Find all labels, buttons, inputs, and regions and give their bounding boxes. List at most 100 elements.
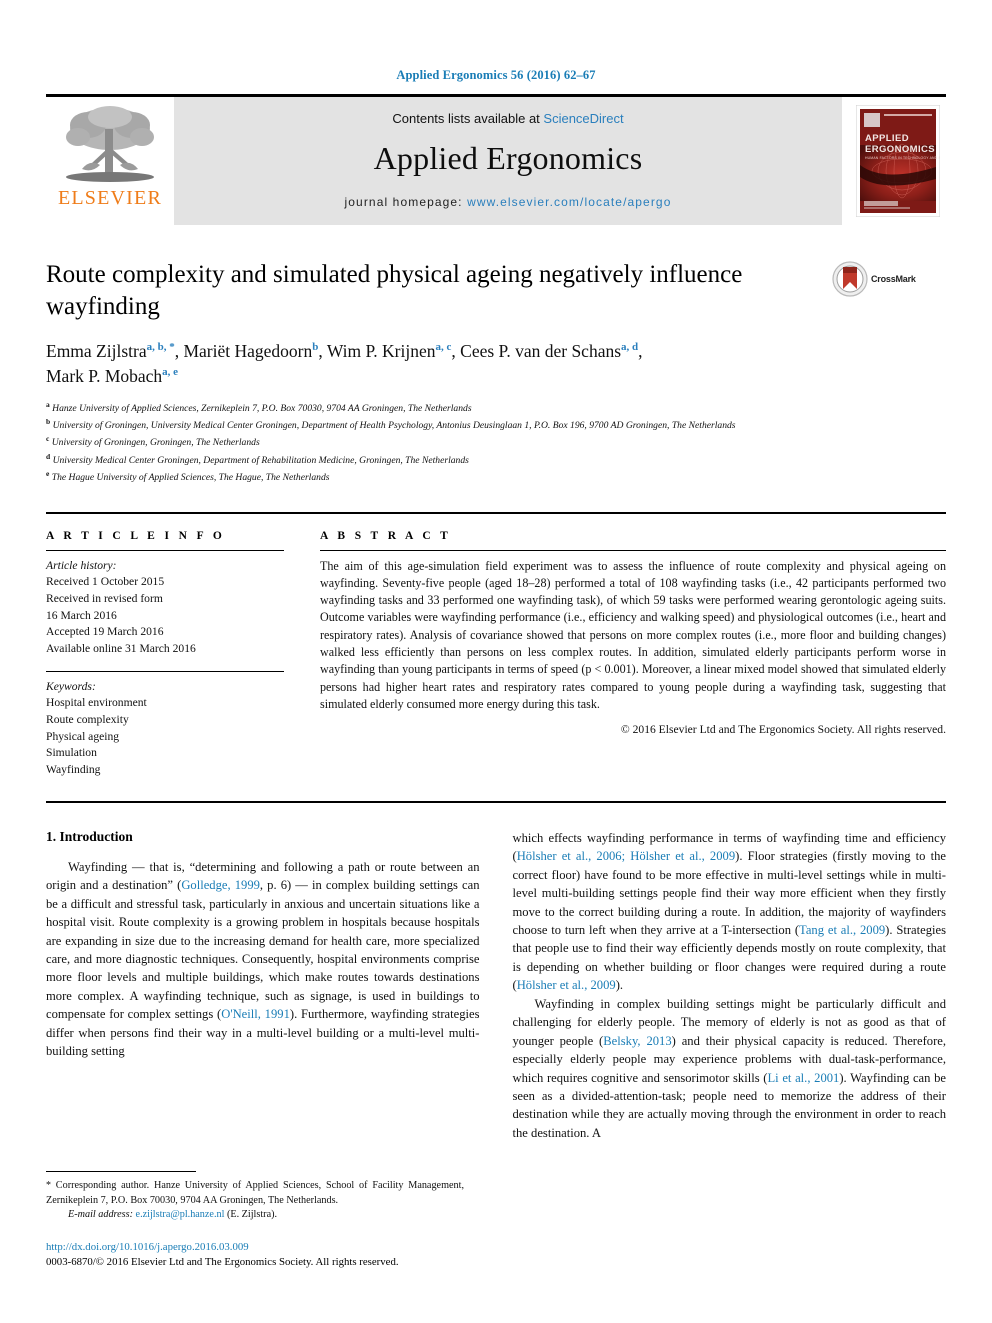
paragraph-part: ). bbox=[615, 978, 624, 993]
issn-copyright-line: 0003-6870/© 2016 Elsevier Ltd and The Er… bbox=[46, 1256, 399, 1269]
title-row: Route complexity and simulated physical … bbox=[46, 259, 946, 323]
article-info-column: A R T I C L E I N F O Article history: R… bbox=[46, 530, 284, 779]
abstract-column: A B S T R A C T The aim of this age-simu… bbox=[320, 530, 946, 779]
history-item: Received 1 October 2015 bbox=[46, 575, 165, 589]
article-history-block: Article history: Received 1 October 2015… bbox=[46, 558, 284, 658]
article-info-heading: A R T I C L E I N F O bbox=[46, 529, 226, 542]
running-head: Applied Ergonomics 56 (2016) 62–67 bbox=[396, 68, 596, 82]
affiliation-text: Hanze University of Applied Sciences, Ze… bbox=[52, 402, 472, 414]
author-name: Mariët Hagedoorn bbox=[183, 341, 313, 361]
corresponding-author-note: * Corresponding author. Hanze University… bbox=[46, 1179, 464, 1222]
citation-link[interactable]: Hölsher et al., 2006; Hölsher et al., 20… bbox=[517, 849, 735, 863]
paragraph-part: , p. 6) — in complex building settings c… bbox=[46, 878, 480, 1022]
author-name: Cees P. van der Schans bbox=[460, 341, 622, 361]
homepage-url-link[interactable]: www.elsevier.com/locate/apergo bbox=[467, 195, 671, 209]
citation-link[interactable]: Belsky, 2013 bbox=[603, 1034, 671, 1048]
citation-link[interactable]: O'Neill, 1991 bbox=[221, 1007, 290, 1021]
citation-link[interactable]: Li et al., 2001 bbox=[767, 1071, 839, 1085]
author-name: Emma Zijlstra bbox=[46, 341, 147, 361]
footnote-divider bbox=[46, 1171, 196, 1173]
article-page: Applied Ergonomics 56 (2016) 62–67 ELSEV… bbox=[0, 0, 992, 1323]
citation-link[interactable]: Tang et al., 2009 bbox=[799, 923, 885, 937]
affiliation-item: b University of Groningen, University Me… bbox=[46, 416, 946, 433]
journal-homepage-line: journal homepage: www.elsevier.com/locat… bbox=[345, 195, 672, 209]
author-name: Mark P. Mobach bbox=[46, 365, 163, 386]
author-affiliation-marks: a, b, * bbox=[146, 341, 175, 354]
affiliation-item: d University Medical Center Groningen, D… bbox=[46, 451, 946, 468]
divider bbox=[46, 549, 284, 551]
author-affiliation-marks: a, d bbox=[621, 341, 639, 354]
keyword-item: Simulation bbox=[46, 746, 97, 760]
affiliation-item: e The Hague University of Applied Scienc… bbox=[46, 468, 946, 485]
email-link[interactable]: e.zijlstra@pl.hanze.nl bbox=[136, 1209, 225, 1220]
divider bbox=[46, 670, 284, 672]
crossmark-icon bbox=[832, 261, 868, 297]
info-abstract-row: A R T I C L E I N F O Article history: R… bbox=[46, 511, 946, 779]
crossmark-badge[interactable]: CrossMark bbox=[832, 261, 916, 297]
keyword-item: Wayfinding bbox=[46, 763, 101, 777]
masthead-center: Contents lists available at ScienceDirec… bbox=[174, 97, 842, 225]
keyword-item: Physical ageing bbox=[46, 729, 120, 743]
corresponding-author-text: Corresponding author. Hanze University o… bbox=[46, 1180, 464, 1206]
affiliation-item: c University of Groningen, Groningen, Th… bbox=[46, 433, 946, 450]
affiliation-mark: e bbox=[46, 469, 50, 479]
author-list: Emma Zijlstraa, b, *, Mariët Hagedoornb,… bbox=[46, 341, 643, 386]
author-name: Wim P. Krijnen bbox=[326, 341, 436, 361]
svg-text:HUMAN FACTORS IN TECHNOLOGY AN: HUMAN FACTORS IN TECHNOLOGY AND SOCIETY bbox=[865, 156, 940, 160]
body-right-column: which effects wayfinding performance in … bbox=[513, 829, 947, 1259]
svg-text:APPLIED: APPLIED bbox=[865, 133, 909, 144]
elsevier-logo: ELSEVIER bbox=[46, 97, 174, 225]
keywords-block: Keywords: Hospital environment Route com… bbox=[46, 679, 284, 779]
keyword-item: Route complexity bbox=[46, 713, 129, 727]
history-item: 16 March 2016 bbox=[46, 608, 117, 622]
keyword-item: Hospital environment bbox=[46, 696, 147, 710]
sciencedirect-link[interactable]: ScienceDirect bbox=[543, 111, 623, 126]
contents-prefix: Contents lists available at bbox=[392, 111, 544, 126]
affiliation-list: a Hanze University of Applied Sciences, … bbox=[46, 399, 946, 486]
paragraph: Wayfinding — that is, “determining and f… bbox=[46, 858, 480, 1061]
journal-cover-thumbnail: APPLIED ERGONOMICS HUMAN FACTORS IN TECH… bbox=[850, 97, 946, 225]
affiliation-text: University of Groningen, University Medi… bbox=[52, 420, 736, 432]
copyright-line: © 2016 Elsevier Ltd and The Ergonomics S… bbox=[620, 723, 946, 737]
email-owner: (E. Zijlstra). bbox=[224, 1209, 278, 1221]
abstract-text: The aim of this age-simulation field exp… bbox=[320, 558, 946, 711]
contents-available-line: Contents lists available at ScienceDirec… bbox=[392, 111, 623, 126]
paragraph: which effects wayfinding performance in … bbox=[513, 829, 947, 995]
affiliation-text: University of Groningen, Groningen, The … bbox=[51, 437, 260, 449]
elsevier-tree-icon bbox=[66, 106, 154, 182]
affiliation-text: The Hague University of Applied Sciences… bbox=[51, 472, 330, 484]
citation-link[interactable]: Hölsher et al., 2009 bbox=[517, 978, 616, 992]
affiliation-item: a Hanze University of Applied Sciences, … bbox=[46, 399, 946, 416]
journal-masthead: ELSEVIER Contents lists available at Sci… bbox=[46, 94, 946, 225]
history-item: Accepted 19 March 2016 bbox=[46, 625, 164, 639]
footnote-area: * Corresponding author. Hanze University… bbox=[46, 1171, 464, 1271]
doi-block: http://dx.doi.org/10.1016/j.apergo.2016.… bbox=[46, 1240, 464, 1271]
keywords-label: Keywords: bbox=[46, 679, 96, 693]
section-heading-introduction: 1. Introduction bbox=[46, 828, 133, 844]
affiliation-mark: d bbox=[46, 451, 51, 461]
author-affiliation-marks: b bbox=[312, 341, 319, 354]
author-affiliation-marks: a, c bbox=[435, 341, 452, 354]
citation-link[interactable]: Golledge, 1999 bbox=[181, 878, 260, 892]
journal-cover-image: APPLIED ERGONOMICS HUMAN FACTORS IN TECH… bbox=[856, 105, 940, 217]
article-history-label: Article history: bbox=[46, 558, 117, 572]
divider bbox=[46, 800, 946, 803]
affiliation-mark: c bbox=[46, 434, 50, 444]
divider bbox=[320, 549, 946, 551]
history-item: Received in revised form bbox=[46, 591, 163, 605]
elsevier-wordmark: ELSEVIER bbox=[57, 187, 163, 209]
paragraph: Wayfinding in complex building settings … bbox=[513, 995, 947, 1143]
email-label: E-mail address: bbox=[68, 1209, 133, 1221]
affiliation-text: University Medical Center Groningen, Dep… bbox=[52, 455, 469, 466]
affiliation-mark: a bbox=[46, 399, 50, 409]
journal-title: Applied Ergonomics bbox=[373, 140, 643, 176]
affiliation-mark: b bbox=[46, 417, 51, 427]
crossmark-label: CrossMark bbox=[871, 274, 916, 284]
history-item: Available online 31 March 2016 bbox=[46, 642, 196, 655]
abstract-heading: A B S T R A C T bbox=[320, 529, 452, 542]
homepage-label: journal homepage: bbox=[344, 195, 468, 209]
author-affiliation-marks: a, e bbox=[162, 366, 179, 379]
page-title: Route complexity and simulated physical … bbox=[46, 261, 743, 320]
doi-link[interactable]: http://dx.doi.org/10.1016/j.apergo.2016.… bbox=[46, 1240, 464, 1256]
